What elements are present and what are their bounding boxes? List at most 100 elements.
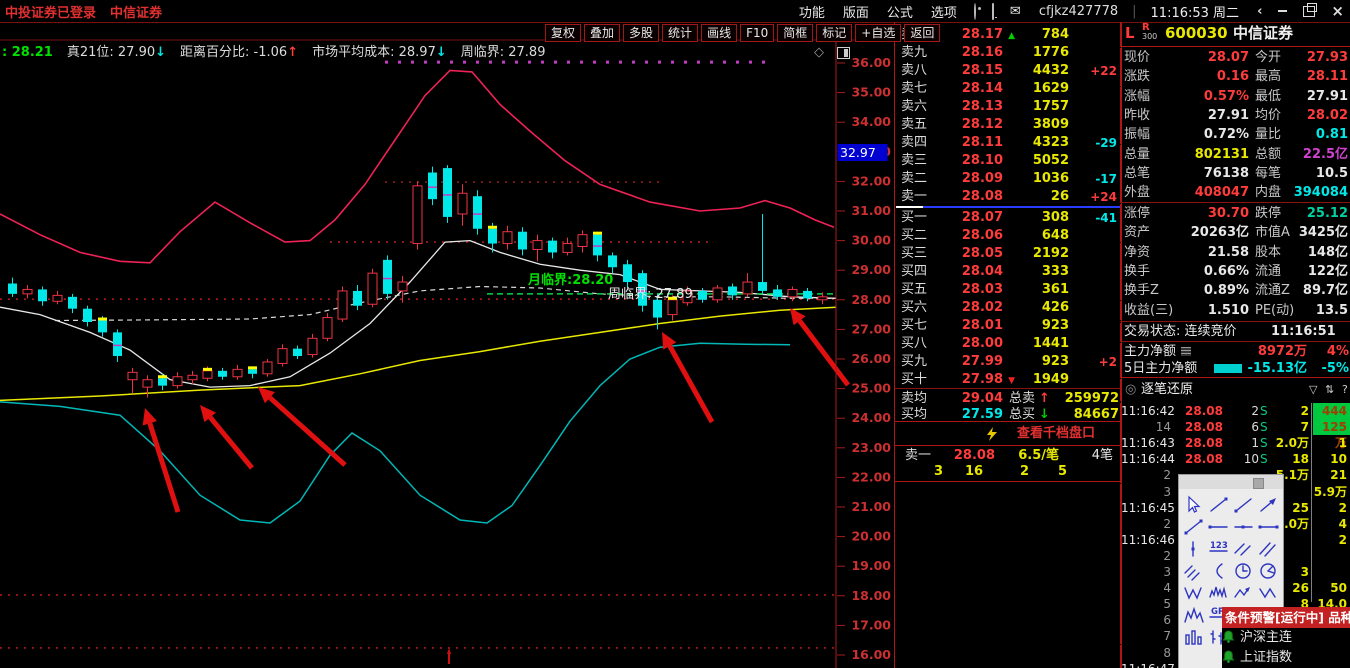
tool-parallel-b[interactable]: [1257, 539, 1281, 559]
quote-row: 总笔 76138 每笔 10.5: [1120, 163, 1350, 183]
toolbar-button-overlay[interactable]: 叠加: [584, 24, 621, 42]
quote-row: 外盘 408047 内盘 394084: [1120, 183, 1350, 203]
window-icon[interactable]: [837, 47, 850, 59]
close-button[interactable]: ×: [1331, 2, 1344, 20]
view-1000-level-row[interactable]: 查看千档盘口: [895, 423, 1121, 445]
tick-row[interactable]: 11:16:43 28.08 1 S 2.0万 1: [1120, 435, 1350, 452]
buy-queue-row[interactable]: 买五 28.03 361: [895, 281, 1121, 299]
tool-peaks[interactable]: [1182, 605, 1206, 625]
buy-queue-row[interactable]: 买七 28.01 923: [895, 317, 1121, 335]
buy-queue-row[interactable]: 买二 28.06 648: [895, 227, 1121, 245]
toolbar-button-mark[interactable]: 标记: [816, 24, 853, 42]
arrow-line-icon: [1260, 498, 1276, 512]
tool-v-line[interactable]: [1182, 539, 1206, 559]
tool-segment[interactable]: [1182, 517, 1206, 537]
refresh-icon[interactable]: [973, 2, 976, 20]
toolbar-button-simple-frame[interactable]: 简框: [777, 24, 814, 42]
axis-label: 21.00: [851, 499, 891, 514]
menu-options[interactable]: 选项: [931, 2, 957, 21]
alert-item-0[interactable]: 沪深主连: [1222, 628, 1350, 648]
bell-icon: [1222, 630, 1235, 643]
toolbar-button-add-favorite[interactable]: +自选: [855, 24, 902, 42]
toolbar-button-statistics[interactable]: 统计: [662, 24, 699, 42]
filter-icon[interactable]: ▽: [1309, 379, 1317, 401]
toolbar-button-multi-stock[interactable]: 多股: [623, 24, 660, 42]
minimize-button[interactable]: [1278, 10, 1288, 12]
tool-parallel-a[interactable]: [1232, 539, 1256, 559]
quote-row: 昨收 27.91 均价 28.02: [1120, 105, 1350, 125]
sort-icon[interactable]: ⇅: [1325, 379, 1334, 401]
buy-queue-row[interactable]: 买一 28.07 308 -41: [895, 209, 1121, 227]
quote-row: 资产 20263亿 市值A 3425亿: [1120, 223, 1350, 243]
sell-queue-row[interactable]: 卖八 28.15 4432 +22: [895, 62, 1121, 80]
tool-zigzag[interactable]: [1257, 583, 1281, 603]
tool-h-line[interactable]: [1232, 517, 1256, 537]
menu-layout[interactable]: 版面: [843, 2, 869, 21]
tool-zigzag-arrow[interactable]: [1232, 583, 1256, 603]
tool-wave-count[interactable]: [1207, 583, 1231, 603]
tool-h-ray[interactable]: [1207, 517, 1231, 537]
palette-close-button[interactable]: [1253, 478, 1264, 489]
tool-w-wave[interactable]: [1182, 583, 1206, 603]
tool-pointer[interactable]: [1182, 495, 1206, 515]
zigzag-arrow-icon: [1234, 587, 1250, 598]
list-icon[interactable]: [1181, 347, 1191, 356]
tool-parallel-c[interactable]: [1182, 561, 1206, 581]
sell-queue-row[interactable]: 卖四 28.11 4323 -29: [895, 134, 1121, 152]
toolbar-button-restore-rights[interactable]: 复权: [545, 24, 582, 42]
titlebar-divider: |: [1132, 3, 1137, 19]
tick-row[interactable]: 14 28.08 6 S 7 125万: [1120, 419, 1350, 450]
diamond-icon[interactable]: ◇: [814, 45, 824, 60]
quote-row: 涨跌 0.16 最高 28.11: [1120, 67, 1350, 87]
back-button[interactable]: ‹: [1257, 4, 1262, 19]
tick-row[interactable]: 11:16:44 28.08 10 S 18 10: [1120, 451, 1350, 468]
tool-arrow-line[interactable]: [1257, 495, 1281, 515]
sell-queue-row[interactable]: 卖九 28.16 1776: [895, 44, 1121, 62]
palette-titlebar[interactable]: [1179, 475, 1283, 489]
sell-queue-row[interactable]: 卖一 28.08 26 +24: [895, 188, 1121, 206]
buy-queue-row[interactable]: 买三 28.05 2192: [895, 245, 1121, 263]
help-icon[interactable]: ?: [1342, 379, 1348, 401]
circle-time-icon: [1235, 563, 1251, 579]
sell-queue-row[interactable]: 卖三 28.10 5052: [895, 152, 1121, 170]
buy-queue-row[interactable]: 买四 28.04 333: [895, 263, 1121, 281]
tool-h-segment[interactable]: [1257, 517, 1281, 537]
circle-chevron-icon[interactable]: ◎: [1125, 379, 1136, 401]
menu-function[interactable]: 功能: [799, 2, 825, 21]
indicator-item-0: 真21位: 27.90: [66, 45, 156, 60]
quote-row: 现价 28.07 今开 27.93: [1120, 48, 1350, 67]
tick-row[interactable]: 11:16:42 28.08 2 S 2 444: [1120, 403, 1350, 419]
trade-status-row: 交易状态: 连续竞价 11:16:51: [1120, 323, 1350, 341]
sell-queue-row[interactable]: 卖五 28.12 3809: [895, 116, 1121, 134]
sell-queue-row[interactable]: 卖六 28.13 1757: [895, 98, 1121, 116]
mobile-icon[interactable]: [991, 2, 994, 20]
condition-alert-banner[interactable]: 条件预警[运行中] 品种数: [1222, 607, 1350, 628]
toolbar-button-back[interactable]: 返回: [904, 24, 941, 42]
tool-vol-bars[interactable]: [1182, 627, 1206, 647]
sell-queue-row[interactable]: 卖七 28.14 1629: [895, 80, 1121, 98]
tool-ray-line[interactable]: [1232, 495, 1256, 515]
toolbar-button-draw-line[interactable]: 画线: [701, 24, 738, 42]
buy-queue-row[interactable]: 买八 28.00 1441: [895, 335, 1121, 353]
zigzag-icon: [1259, 587, 1276, 599]
segment-icon: [1184, 519, 1203, 535]
w-wave-icon: [1184, 587, 1202, 600]
tick-list-header[interactable]: ◎ 逐笔还原 ▽ ⇅?: [1120, 379, 1350, 401]
mail-icon[interactable]: ✉: [1010, 4, 1021, 19]
buy-queue-row[interactable]: 买十 27.98 ▼ 1949: [895, 371, 1121, 389]
tool-pie[interactable]: [1257, 561, 1281, 581]
tool-trend-line[interactable]: [1207, 495, 1231, 515]
menu-formula[interactable]: 公式: [887, 2, 913, 21]
tool-arc[interactable]: [1207, 561, 1231, 581]
svg-text:123: 123: [1210, 541, 1228, 551]
tool-circle-time[interactable]: [1232, 561, 1256, 581]
buy-queue-row[interactable]: 买六 28.02 426: [895, 299, 1121, 317]
sell-queue-row[interactable]: 卖二 28.09 1036 -17: [895, 170, 1121, 188]
tool-gann-123[interactable]: 123: [1207, 539, 1231, 559]
buy-queue-row[interactable]: 买九 27.99 923 +2: [895, 353, 1121, 371]
candlestick-chart[interactable]: 月临界:28.20周临界: 27.8936.0035.0034.0033.003…: [0, 22, 894, 668]
axis-label: 30.00: [851, 233, 891, 248]
restore-button[interactable]: [1303, 2, 1318, 17]
toolbar-button-f10[interactable]: F10: [740, 24, 775, 42]
alert-item-1[interactable]: 上证指数: [1222, 648, 1350, 668]
